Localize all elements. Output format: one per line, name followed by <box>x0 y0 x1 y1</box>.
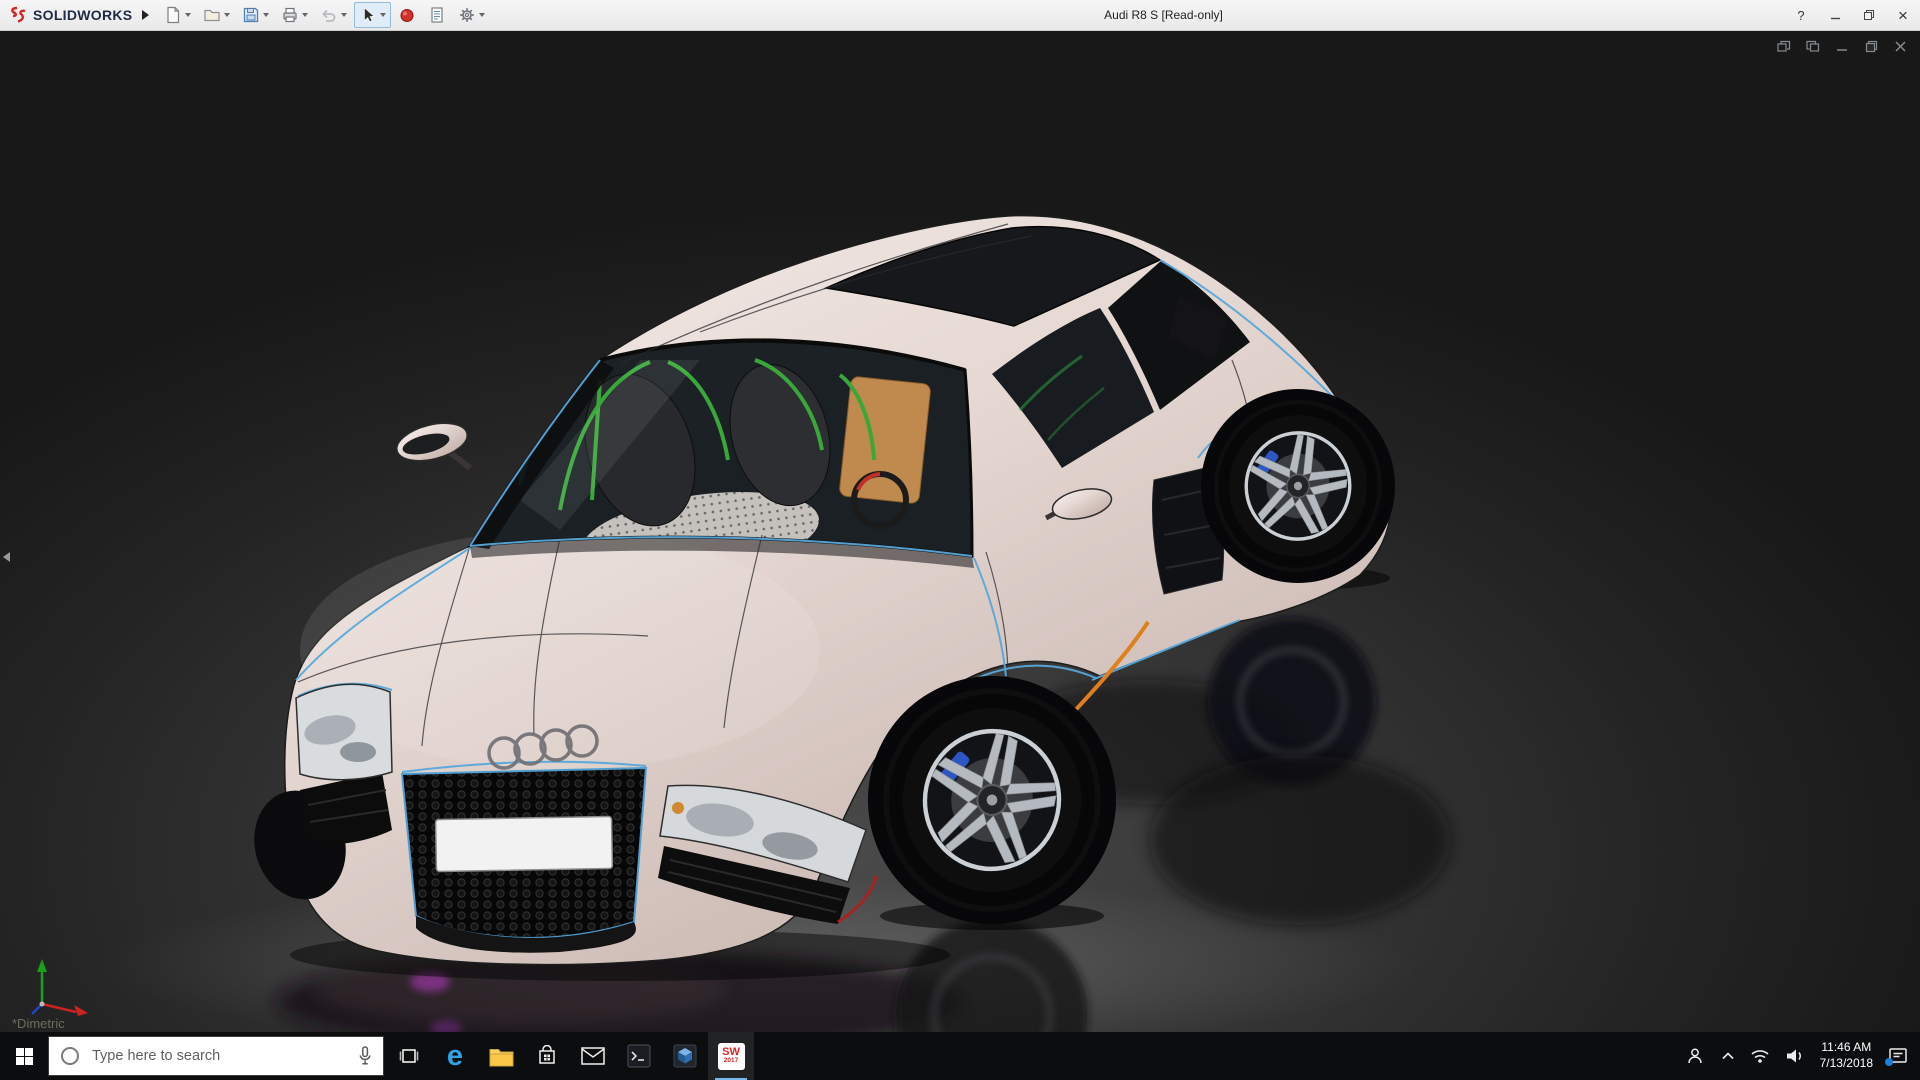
windows-logo-icon <box>15 1047 33 1065</box>
close-icon: × <box>1898 5 1908 25</box>
doc-pane-button-2[interactable] <box>1805 38 1821 54</box>
window-title: Audi R8 S [Read-only] <box>1104 8 1223 22</box>
doc-restore-icon <box>1865 40 1877 52</box>
wifi-icon <box>1751 1050 1769 1063</box>
taskbar-app-mail[interactable] <box>570 1032 616 1080</box>
notification-badge <box>1885 1058 1893 1066</box>
options-gear-icon <box>460 8 475 22</box>
minimize-icon <box>1830 17 1840 19</box>
document-window-controls <box>1776 38 1908 54</box>
clock-time: 11:46 AM <box>1821 1040 1872 1055</box>
new-document-button[interactable] <box>159 2 196 28</box>
mail-icon <box>581 1047 605 1065</box>
print-button[interactable] <box>276 2 313 28</box>
toolbar-flyout-arrow-icon[interactable] <box>142 10 150 20</box>
doc-close-icon <box>1894 40 1906 52</box>
start-button[interactable] <box>0 1032 48 1080</box>
dropdown-caret-icon <box>185 13 192 17</box>
dropdown-caret-icon <box>302 13 309 17</box>
close-button[interactable]: × <box>1894 5 1912 25</box>
doc-pane-button-1[interactable] <box>1776 38 1792 54</box>
people-button[interactable] <box>1684 1046 1706 1066</box>
clock-date: 7/13/2018 <box>1819 1056 1873 1070</box>
undo-icon <box>322 9 336 22</box>
doc-close-button[interactable] <box>1892 38 1908 54</box>
dropdown-caret-icon <box>263 13 270 17</box>
dropdown-caret-icon <box>479 13 486 17</box>
people-icon <box>1687 1048 1702 1064</box>
dropdown-caret-icon <box>224 13 231 17</box>
taskbar-app-file-explorer[interactable] <box>478 1032 524 1080</box>
restore-icon <box>1864 10 1874 20</box>
taskbar-app-edge[interactable]: e <box>432 1032 478 1080</box>
taskbar-app-store[interactable] <box>524 1032 570 1080</box>
undo-button[interactable] <box>315 2 352 28</box>
solidworks-logo-icon <box>11 6 26 23</box>
edge-icon: e <box>446 1039 464 1072</box>
doc-pane-icon <box>1777 40 1791 52</box>
dropdown-caret-icon <box>341 13 348 17</box>
orientation-triad <box>31 959 88 1016</box>
dropdown-caret-icon <box>380 13 387 17</box>
task-view-button[interactable] <box>386 1032 432 1080</box>
taskbar: e <box>0 1032 1920 1080</box>
screen: SOLIDWORKS Audi R8 S [Read-only] ? × *Di… <box>0 0 1920 1080</box>
task-view-icon <box>399 1049 419 1063</box>
taskbar-apps: e SW 2017 <box>386 1032 754 1080</box>
taskbar-clock[interactable]: 11:46 AM 7/13/2018 <box>1820 1040 1873 1071</box>
restore-button[interactable] <box>1860 5 1878 25</box>
action-center-button[interactable] <box>1885 1046 1908 1066</box>
window-controls: ? × <box>1792 0 1912 30</box>
microphone-icon[interactable] <box>357 1046 373 1066</box>
taskbar-search[interactable] <box>48 1036 384 1076</box>
app-name: SOLIDWORKS <box>33 7 133 23</box>
open-button[interactable] <box>198 2 235 28</box>
rebuild-icon <box>400 9 414 22</box>
chevron-up-icon <box>1722 1052 1734 1060</box>
quick-access-toolbar <box>159 2 490 28</box>
chevron-left-icon <box>2 552 10 562</box>
cortana-icon <box>61 1047 79 1065</box>
solidworks-logo: SOLIDWORKS <box>0 6 138 24</box>
save-icon <box>244 7 259 23</box>
select-button[interactable] <box>354 2 392 28</box>
open-icon <box>204 9 221 22</box>
file-properties-icon <box>431 7 444 23</box>
taskbar-app-edrawings[interactable] <box>662 1032 708 1080</box>
graphics-area[interactable]: *Dimetric <box>0 30 1920 1032</box>
titlebar: SOLIDWORKS Audi R8 S [Read-only] ? × <box>0 0 1920 31</box>
save-button[interactable] <box>237 2 274 28</box>
doc-minimize-button[interactable] <box>1834 38 1850 54</box>
hidden-icons-button[interactable] <box>1721 1051 1735 1061</box>
doc-pane-icon <box>1806 40 1820 52</box>
network-button[interactable] <box>1750 1048 1770 1064</box>
minimize-button[interactable] <box>1826 5 1844 25</box>
search-input[interactable] <box>90 1047 348 1065</box>
terminal-icon <box>627 1044 651 1068</box>
select-cursor-icon <box>364 7 376 23</box>
taskbar-app-solidworks-2017[interactable]: SW 2017 <box>708 1032 754 1080</box>
view-orientation-label: *Dimetric <box>12 1016 65 1031</box>
help-button[interactable]: ? <box>1792 5 1810 25</box>
volume-button[interactable] <box>1785 1048 1805 1064</box>
license-plate <box>434 815 614 873</box>
file-properties-button[interactable] <box>423 2 451 28</box>
taskbar-app-terminal[interactable] <box>616 1032 662 1080</box>
new-document-icon <box>167 6 180 24</box>
file-explorer-icon <box>489 1048 513 1066</box>
doc-restore-button[interactable] <box>1863 38 1879 54</box>
system-tray: 11:46 AM 7/13/2018 <box>1684 1040 1920 1071</box>
rebuild-button[interactable] <box>393 2 421 28</box>
print-icon <box>283 7 298 23</box>
solidworks-app-icon: SW 2017 <box>717 1042 745 1070</box>
speaker-icon <box>1786 1049 1801 1063</box>
cad-cube-icon <box>673 1044 697 1068</box>
doc-minimize-icon <box>1836 48 1847 51</box>
store-icon <box>539 1045 555 1064</box>
options-button[interactable] <box>453 2 490 28</box>
featuremanager-collapse-tab[interactable] <box>0 535 12 579</box>
3d-model-audi-r8[interactable] <box>0 30 1920 1032</box>
